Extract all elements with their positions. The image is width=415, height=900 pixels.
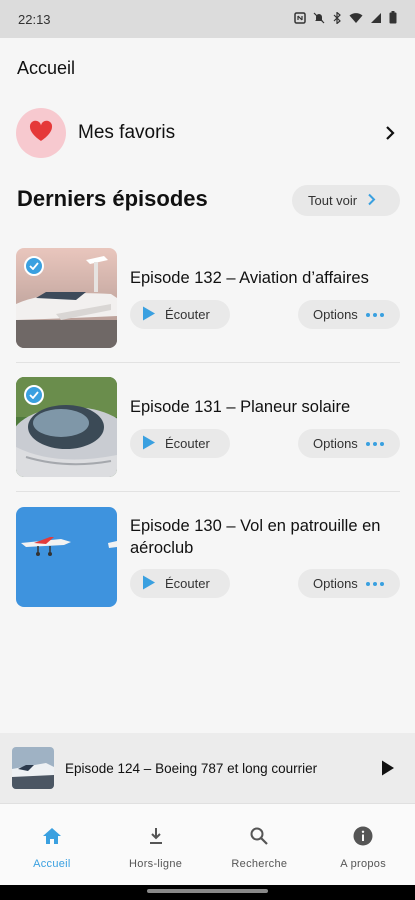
favorites-label: Mes favoris xyxy=(78,122,176,143)
see-all-label: Tout voir xyxy=(308,193,358,208)
bottom-nav: Accueil Hors-ligne Recherche A propos xyxy=(0,803,415,885)
nav-label: Accueil xyxy=(33,858,71,870)
episode-item[interactable]: Episode 130 – Vol en patrouille en aéroc… xyxy=(16,507,400,607)
listen-label: Écouter xyxy=(165,307,210,322)
nfc-icon xyxy=(294,11,306,27)
options-label: Options xyxy=(313,307,358,322)
nav-item-about[interactable]: A propos xyxy=(311,804,415,885)
divider xyxy=(16,491,400,492)
page-title: Accueil xyxy=(17,58,76,78)
more-dots-icon xyxy=(365,441,384,446)
signal-icon xyxy=(370,12,382,27)
episode-thumbnail xyxy=(16,507,117,607)
episode-title: Episode 130 – Vol en patrouille en aéroc… xyxy=(130,517,381,557)
nav-label: Hors-ligne xyxy=(129,858,183,870)
status-icons xyxy=(294,10,397,27)
listen-label: Écouter xyxy=(165,436,210,451)
listen-button[interactable]: Écouter xyxy=(130,569,230,598)
options-button[interactable]: Options xyxy=(298,300,400,329)
listen-label: Écouter xyxy=(165,576,210,591)
section-title: Derniers épisodes xyxy=(17,186,208,211)
download-icon xyxy=(149,824,163,848)
episode-item[interactable]: Episode 132 – Aviation d’affaires Écoute… xyxy=(16,248,400,348)
nav-item-home[interactable]: Accueil xyxy=(0,804,104,885)
more-dots-icon xyxy=(365,581,384,586)
chevron-right-icon xyxy=(380,123,400,143)
chevron-right-icon xyxy=(367,193,376,209)
episode-thumbnail xyxy=(16,377,117,477)
downloaded-check-icon xyxy=(24,256,44,276)
play-icon[interactable] xyxy=(373,753,403,783)
mini-player[interactable]: Episode 124 – Boeing 787 et long courrie… xyxy=(0,733,415,803)
info-icon xyxy=(353,824,373,848)
favorites-avatar xyxy=(16,108,66,158)
player-thumbnail xyxy=(12,747,54,789)
play-icon xyxy=(142,306,156,324)
bluetooth-icon xyxy=(332,10,342,27)
nav-label: Recherche xyxy=(231,858,288,870)
downloaded-check-icon xyxy=(24,385,44,405)
options-label: Options xyxy=(313,576,358,591)
home-icon xyxy=(42,824,62,848)
more-dots-icon xyxy=(365,312,384,317)
favorites-row[interactable]: Mes favoris xyxy=(16,108,400,158)
wifi-icon xyxy=(349,12,363,27)
heart-icon xyxy=(29,120,53,147)
play-icon xyxy=(142,435,156,453)
nav-item-search[interactable]: Recherche xyxy=(208,804,312,885)
mute-icon xyxy=(313,12,325,27)
options-label: Options xyxy=(313,436,358,451)
listen-button[interactable]: Écouter xyxy=(130,429,230,458)
battery-icon xyxy=(389,11,397,27)
episode-title: Episode 132 – Aviation d’affaires xyxy=(130,269,369,287)
nav-label: A propos xyxy=(340,858,387,870)
options-button[interactable]: Options xyxy=(298,429,400,458)
options-button[interactable]: Options xyxy=(298,569,400,598)
nav-item-offline[interactable]: Hors-ligne xyxy=(104,804,208,885)
episode-title: Episode 131 – Planeur solaire xyxy=(130,398,351,416)
player-title: Episode 124 – Boeing 787 et long courrie… xyxy=(65,760,318,776)
status-bar: 22:13 xyxy=(0,0,415,38)
episode-thumbnail xyxy=(16,248,117,348)
play-icon xyxy=(142,575,156,593)
gesture-handle[interactable] xyxy=(147,889,268,893)
see-all-button[interactable]: Tout voir xyxy=(292,185,400,216)
status-time: 22:13 xyxy=(18,11,51,27)
divider xyxy=(16,362,400,363)
search-icon xyxy=(250,824,269,848)
listen-button[interactable]: Écouter xyxy=(130,300,230,329)
gesture-bar xyxy=(0,885,415,900)
episode-item[interactable]: Episode 131 – Planeur solaire Écouter Op… xyxy=(16,377,400,477)
